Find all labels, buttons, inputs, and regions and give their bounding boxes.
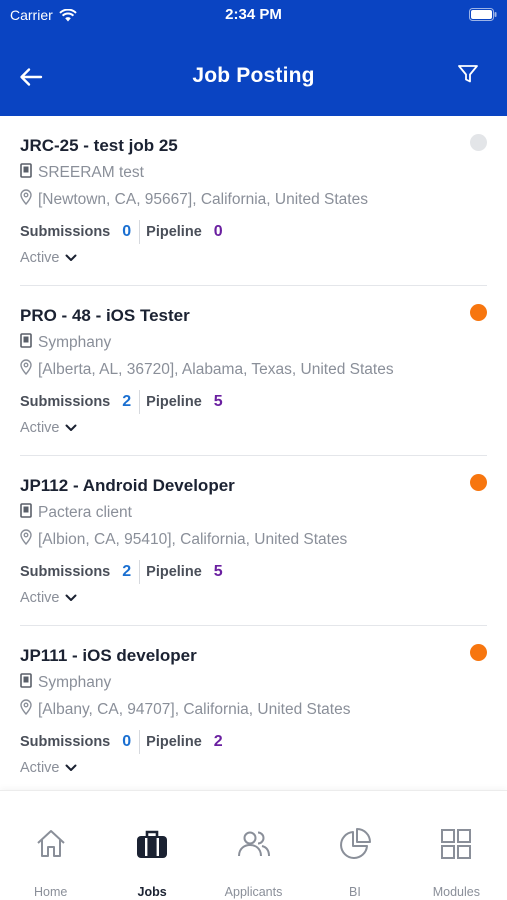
pipeline-label: Pipeline (146, 564, 202, 580)
tab-bi[interactable]: BI (304, 791, 405, 900)
status-dropdown[interactable]: Active (20, 420, 77, 436)
battery-icon (469, 8, 497, 24)
pipeline-label: Pipeline (146, 734, 202, 750)
stats-divider (139, 560, 141, 584)
priority-dot (470, 134, 487, 151)
location-row: [Alberta, AL, 36720], Alabama, Texas, Un… (20, 359, 394, 380)
client-row: Symphany (20, 333, 111, 353)
app-header: Carrier 2:34 PM Job Posting (0, 0, 507, 116)
job-list: JRC-25 - test job 25 SREERAM test [Newtown… (0, 116, 507, 790)
job-title: JRC-25 - test job 25 (20, 136, 178, 155)
status-label: Active (20, 590, 60, 606)
client-row: Symphany (20, 673, 111, 693)
priority-dot (470, 474, 487, 491)
stats-row: Submissions 0 Pipeline 2 (20, 730, 223, 754)
nav-bar: Job Posting (0, 52, 507, 102)
stats-divider (139, 390, 141, 414)
tab-label: Applicants (224, 885, 283, 899)
location-pin-icon (20, 189, 32, 210)
status-bar: Carrier 2:34 PM (0, 0, 507, 30)
priority-dot (470, 644, 487, 661)
job-title: JP112 - Android Developer (20, 476, 235, 495)
client-name: SREERAM test (38, 164, 144, 181)
stats-divider (139, 220, 141, 244)
location-pin-icon (20, 529, 32, 550)
tab-home[interactable]: Home (0, 791, 101, 900)
client-name: Symphany (38, 674, 112, 691)
chevron-down-icon (65, 760, 77, 776)
submissions-count[interactable]: 2 (122, 393, 131, 411)
status-dropdown[interactable]: Active (20, 250, 77, 266)
building-icon (20, 673, 32, 693)
status-dropdown[interactable]: Active (20, 760, 77, 776)
status-label: Active (20, 250, 60, 266)
location-row: [Albany, CA, 94707], California, United … (20, 699, 350, 720)
grid-icon (439, 827, 473, 861)
client-row: Pactera client (20, 503, 132, 523)
submissions-count[interactable]: 0 (122, 223, 131, 241)
priority-dot (470, 304, 487, 321)
tab-applicants[interactable]: Applicants (203, 791, 304, 900)
tab-modules[interactable]: Modules (406, 791, 507, 900)
location-text: [Alberta, AL, 36720], Alabama, Texas, Un… (38, 360, 394, 378)
filter-button[interactable] (457, 63, 483, 89)
users-icon (237, 827, 271, 861)
stats-row: Submissions 2 Pipeline 5 (20, 560, 223, 584)
location-text: [Albany, CA, 94707], California, United … (38, 700, 351, 718)
briefcase-icon (135, 827, 169, 861)
job-card[interactable]: JP111 - iOS developer Symphany [Albany, CA… (20, 626, 487, 790)
submissions-label: Submissions (20, 224, 111, 240)
stats-row: Submissions 2 Pipeline 5 (20, 390, 223, 414)
tab-label: Home (34, 885, 68, 899)
tab-jobs[interactable]: Jobs (101, 791, 202, 900)
pipeline-count[interactable]: 5 (214, 563, 223, 581)
location-pin-icon (20, 359, 32, 380)
submissions-label: Submissions (20, 564, 111, 580)
pipeline-label: Pipeline (146, 224, 202, 240)
chevron-down-icon (65, 590, 77, 606)
job-title: JP111 - iOS developer (20, 646, 197, 665)
clock: 2:34 PM (225, 6, 282, 23)
tab-label: Jobs (137, 885, 167, 899)
location-pin-icon (20, 699, 32, 720)
submissions-count[interactable]: 2 (122, 563, 131, 581)
status-dropdown[interactable]: Active (20, 590, 77, 606)
job-title: PRO - 48 - iOS Tester (20, 306, 190, 325)
stats-divider (139, 730, 141, 754)
bottom-tab-bar: Home Jobs Applicants BI Modules (0, 790, 507, 900)
pipeline-count[interactable]: 0 (214, 223, 223, 241)
home-icon (34, 827, 68, 861)
location-text: [Newtown, CA, 95667], California, United… (38, 190, 368, 208)
job-card[interactable]: JRC-25 - test job 25 SREERAM test [Newtown… (20, 116, 487, 286)
client-row: SREERAM test (20, 163, 144, 183)
submissions-label: Submissions (20, 734, 111, 750)
tab-label: Modules (432, 885, 480, 899)
pie-chart-icon (338, 827, 372, 861)
building-icon (20, 163, 32, 183)
location-row: [Newtown, CA, 95667], California, United… (20, 189, 368, 210)
chevron-down-icon (65, 420, 77, 436)
filter-icon (458, 65, 478, 83)
job-card[interactable]: JP112 - Android Developer Pactera client [… (20, 456, 487, 626)
submissions-count[interactable]: 0 (122, 733, 131, 751)
chevron-down-icon (65, 250, 77, 266)
client-name: Pactera client (38, 504, 132, 521)
status-label: Active (20, 760, 60, 776)
client-name: Symphany (38, 334, 112, 351)
tab-label: BI (349, 885, 361, 899)
location-text: [Albion, CA, 95410], California, United … (38, 530, 348, 548)
location-row: [Albion, CA, 95410], California, United … (20, 529, 347, 550)
stats-row: Submissions 0 Pipeline 0 (20, 220, 223, 244)
status-label: Active (20, 420, 60, 436)
submissions-label: Submissions (20, 394, 111, 410)
page-title: Job Posting (192, 64, 315, 87)
building-icon (20, 503, 32, 523)
pipeline-count[interactable]: 5 (214, 393, 223, 411)
job-card[interactable]: PRO - 48 - iOS Tester Symphany [Alberta, A… (20, 286, 487, 456)
pipeline-label: Pipeline (146, 394, 202, 410)
pipeline-count[interactable]: 2 (214, 733, 223, 751)
building-icon (20, 333, 32, 353)
